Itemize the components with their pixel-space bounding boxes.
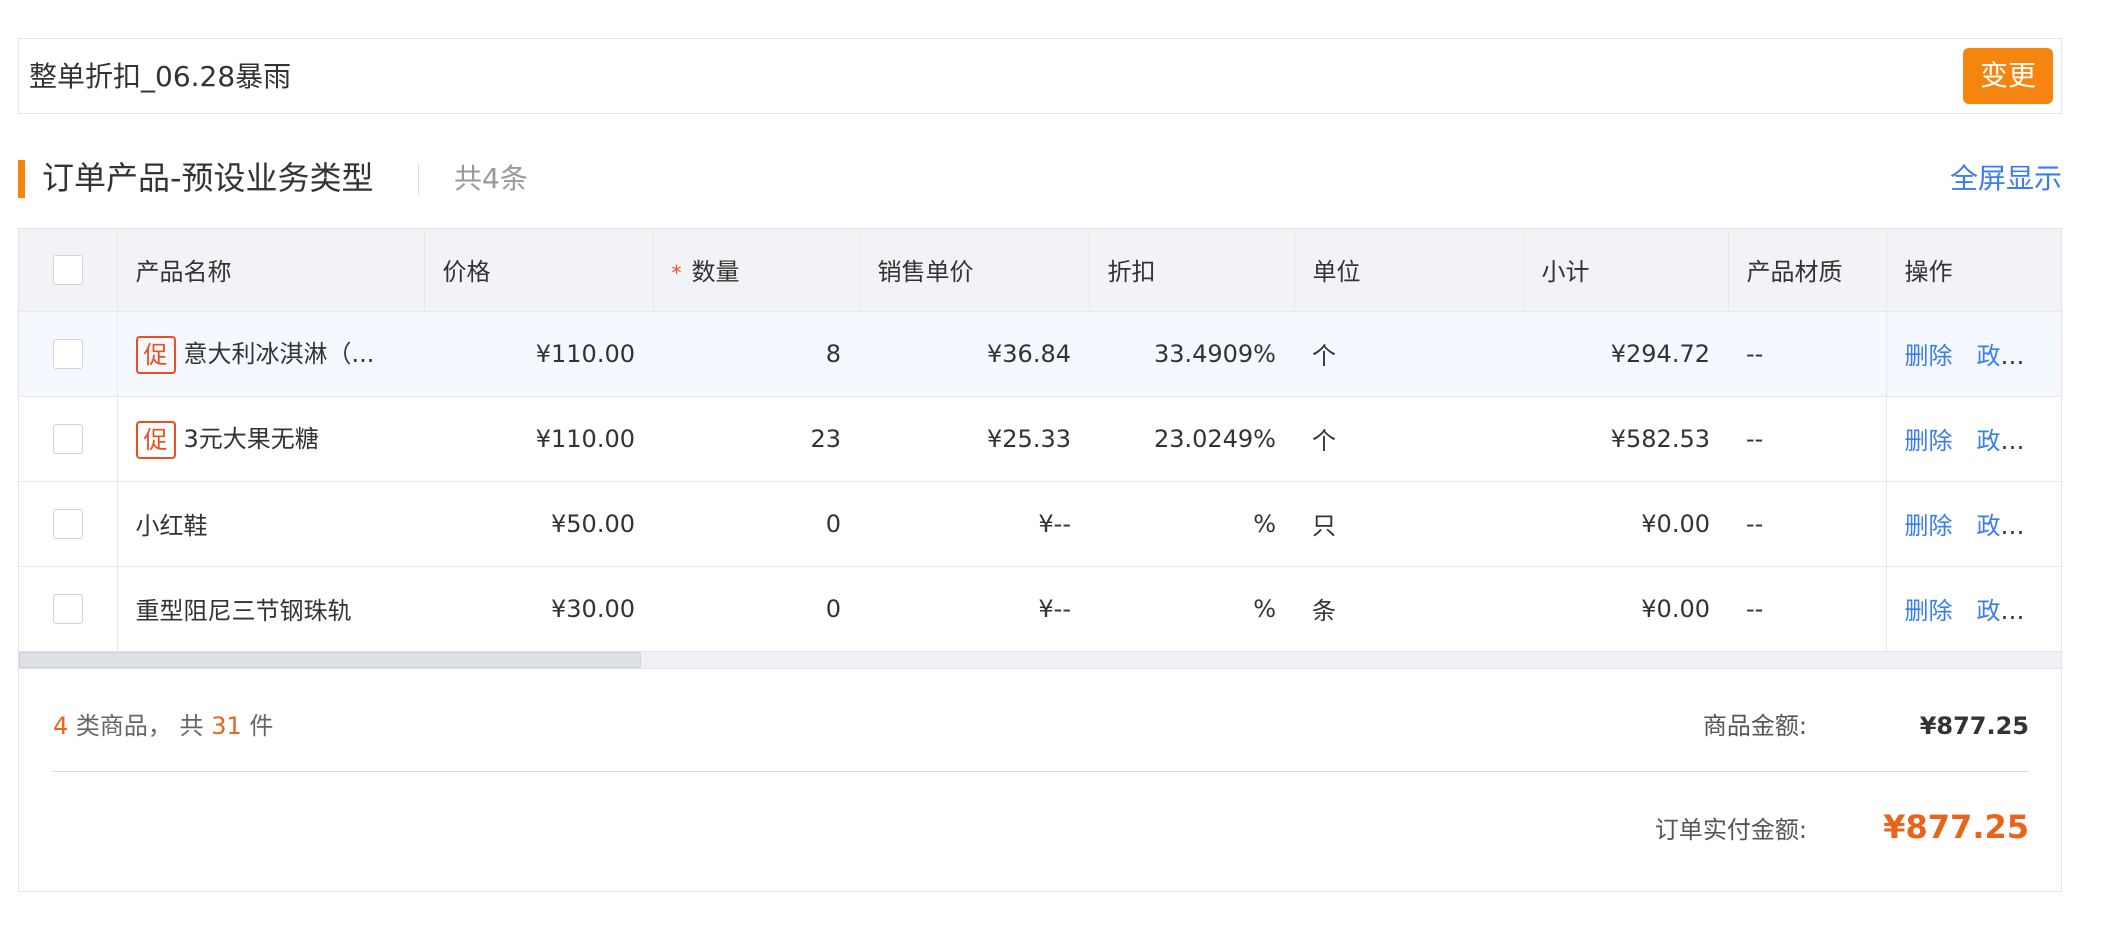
category-text: 类商品， 共: [75, 712, 204, 740]
unit-cell: 个: [1312, 427, 1336, 455]
quantity-cell[interactable]: 0: [653, 566, 859, 651]
policy-link[interactable]: 政策: [1977, 597, 2025, 625]
scrollbar-thumb[interactable]: [19, 652, 641, 668]
price-cell: ¥110.00: [535, 424, 635, 453]
product-name: 意大利冰淇淋（...: [183, 339, 375, 368]
category-count: 4: [53, 712, 69, 740]
material-cell: --: [1746, 509, 1764, 538]
promotion-tag: 促: [135, 420, 176, 459]
row-checkbox[interactable]: [52, 423, 83, 454]
unit-price-cell[interactable]: ¥--: [859, 481, 1089, 566]
delete-link[interactable]: 删除: [1905, 512, 1953, 540]
discount-cell[interactable]: 33.4909%: [1089, 311, 1294, 396]
header-subtotal: 小计: [1523, 229, 1729, 311]
summary-divider: [53, 771, 2029, 772]
header-quantity-label: 数量: [691, 258, 740, 287]
quantity-cell[interactable]: 23: [653, 396, 859, 481]
table-row: 促 3元大果无糖 ¥110.00 23 ¥25.33 23.0249% 个 ¥58…: [19, 396, 2061, 481]
select-all-checkbox[interactable]: [52, 254, 83, 285]
material-cell: --: [1746, 594, 1764, 623]
promotion-name: 整单折扣_06.28暴雨: [29, 60, 292, 93]
operations-cell: 删除 政策: [1885, 481, 2061, 566]
item-count-summary: 4 类商品， 共 31 件: [53, 709, 273, 743]
fullscreen-link[interactable]: 全屏显示: [1950, 162, 2062, 196]
discount-cell[interactable]: %: [1089, 481, 1294, 566]
header-price: 价格: [424, 229, 654, 311]
select-all-cell: [19, 229, 118, 311]
unit-cell: 只: [1312, 512, 1336, 540]
quantity-cell[interactable]: 8: [653, 311, 859, 396]
section-count: 共4条: [454, 162, 528, 195]
product-name-cell[interactable]: 小红鞋: [117, 481, 424, 566]
table-row: 重型阻尼三节钢珠轨 ¥30.00 0 ¥-- % 条 ¥0.00 -- 删除 政策: [19, 566, 2061, 651]
delete-link[interactable]: 删除: [1905, 342, 1953, 370]
section-accent-bar: [18, 160, 25, 198]
header-operations: 操作: [1885, 229, 2061, 311]
operations-cell: 删除 政策: [1885, 396, 2061, 481]
section-header: 订单产品-预设业务类型 共4条 全屏显示: [18, 158, 2062, 198]
item-unit: 件: [249, 712, 274, 740]
goods-amount-label: 商品金额:: [1702, 712, 1807, 740]
unit-cell: 个: [1312, 342, 1336, 370]
unit-cell: 条: [1312, 597, 1336, 626]
header-discount: 折扣: [1089, 229, 1295, 311]
table-header-row: 产品名称 价格 * 数量 销售单价 折扣 单位 小计 产品材质 操作: [19, 229, 2061, 311]
row-checkbox[interactable]: [52, 508, 83, 539]
product-name-cell[interactable]: 促意大利冰淇淋（...: [117, 311, 424, 396]
policy-link[interactable]: 政策: [1977, 512, 2025, 540]
title-divider: [418, 164, 419, 194]
order-products-table-container: 产品名称 价格 * 数量 销售单价 折扣 单位 小计 产品材质 操作 促意大利冰淇…: [18, 228, 2062, 892]
price-cell: ¥50.00: [551, 509, 635, 538]
pay-amount-label: 订单实付金额:: [1654, 816, 1807, 844]
promotion-tag: 促: [135, 335, 176, 374]
product-name-cell[interactable]: 重型阻尼三节钢珠轨: [117, 566, 424, 651]
policy-link[interactable]: 政策: [1977, 342, 2025, 370]
row-checkbox[interactable]: [52, 593, 83, 624]
section-title: 订单产品-预设业务类型: [42, 159, 374, 197]
product-name-cell[interactable]: 促 3元大果无糖: [117, 396, 424, 481]
delete-link[interactable]: 删除: [1905, 427, 1953, 455]
row-select-cell: [19, 481, 118, 566]
table-row: 小红鞋 ¥50.00 0 ¥-- % 只 ¥0.00 -- 删除 政策: [19, 481, 2061, 566]
unit-price-cell[interactable]: ¥36.84: [859, 311, 1089, 396]
change-promotion-button[interactable]: 变更: [1963, 48, 2053, 104]
discount-cell[interactable]: %: [1089, 566, 1294, 651]
policy-link[interactable]: 政策: [1977, 427, 2025, 455]
product-name: 小红鞋: [135, 512, 208, 540]
pay-amount-value: ¥877.25: [1883, 808, 2029, 846]
row-checkbox[interactable]: [52, 338, 83, 369]
header-quantity: * 数量: [653, 229, 860, 311]
material-cell: --: [1746, 424, 1764, 453]
table-row: 促意大利冰淇淋（... ¥110.00 8 ¥36.84 33.4909% 个 …: [19, 311, 2061, 396]
header-unit-price: 销售单价: [859, 229, 1090, 311]
row-select-cell: [19, 396, 118, 481]
goods-amount-value: ¥877.25: [1919, 712, 2029, 740]
unit-price-cell[interactable]: ¥25.33: [859, 396, 1089, 481]
row-select-cell: [19, 566, 118, 651]
price-cell: ¥30.00: [551, 594, 635, 623]
operations-cell: 删除 政策: [1885, 566, 2061, 651]
promotion-bar: 整单折扣_06.28暴雨 变更: [18, 38, 2062, 114]
product-name: 3元大果无糖: [183, 424, 319, 453]
delete-link[interactable]: 删除: [1905, 597, 1953, 625]
header-unit: 单位: [1294, 229, 1524, 311]
header-product-name: 产品名称: [117, 229, 425, 311]
row-select-cell: [19, 311, 118, 396]
subtotal-cell: ¥0.00: [1641, 509, 1710, 538]
order-products-table: 产品名称 价格 * 数量 销售单价 折扣 单位 小计 产品材质 操作 促意大利冰淇…: [19, 229, 2061, 651]
required-star: *: [671, 261, 682, 286]
subtotal-cell: ¥0.00: [1641, 594, 1710, 623]
quantity-cell[interactable]: 0: [653, 481, 859, 566]
item-count: 31: [211, 712, 242, 740]
discount-cell[interactable]: 23.0249%: [1089, 396, 1294, 481]
header-material: 产品材质: [1728, 229, 1887, 311]
operations-cell: 删除 政策: [1885, 311, 2061, 396]
unit-price-cell[interactable]: ¥--: [859, 566, 1089, 651]
material-cell: --: [1746, 339, 1764, 368]
product-name: 重型阻尼三节钢珠轨: [135, 597, 352, 626]
subtotal-cell: ¥294.72: [1610, 339, 1710, 368]
price-cell: ¥110.00: [535, 339, 635, 368]
horizontal-scrollbar[interactable]: [19, 651, 2061, 669]
subtotal-cell: ¥582.53: [1610, 424, 1710, 453]
